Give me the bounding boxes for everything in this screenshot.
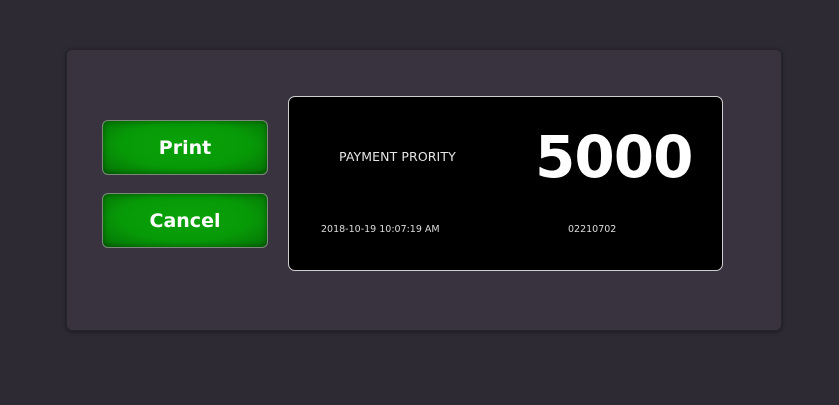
cancel-button[interactable]: Cancel xyxy=(102,193,268,248)
print-button[interactable]: Print xyxy=(102,120,268,175)
ticket-datetime: 2018-10-19 10:07:19 AM xyxy=(321,224,440,235)
ticket-type-label: PAYMENT PRORITY xyxy=(339,149,456,164)
ticket-code: 02210702 xyxy=(568,224,617,235)
ticket-number: 5000 xyxy=(535,123,693,191)
ticket-preview: PAYMENT PRORITY 5000 2018-10-19 10:07:19… xyxy=(288,96,723,271)
